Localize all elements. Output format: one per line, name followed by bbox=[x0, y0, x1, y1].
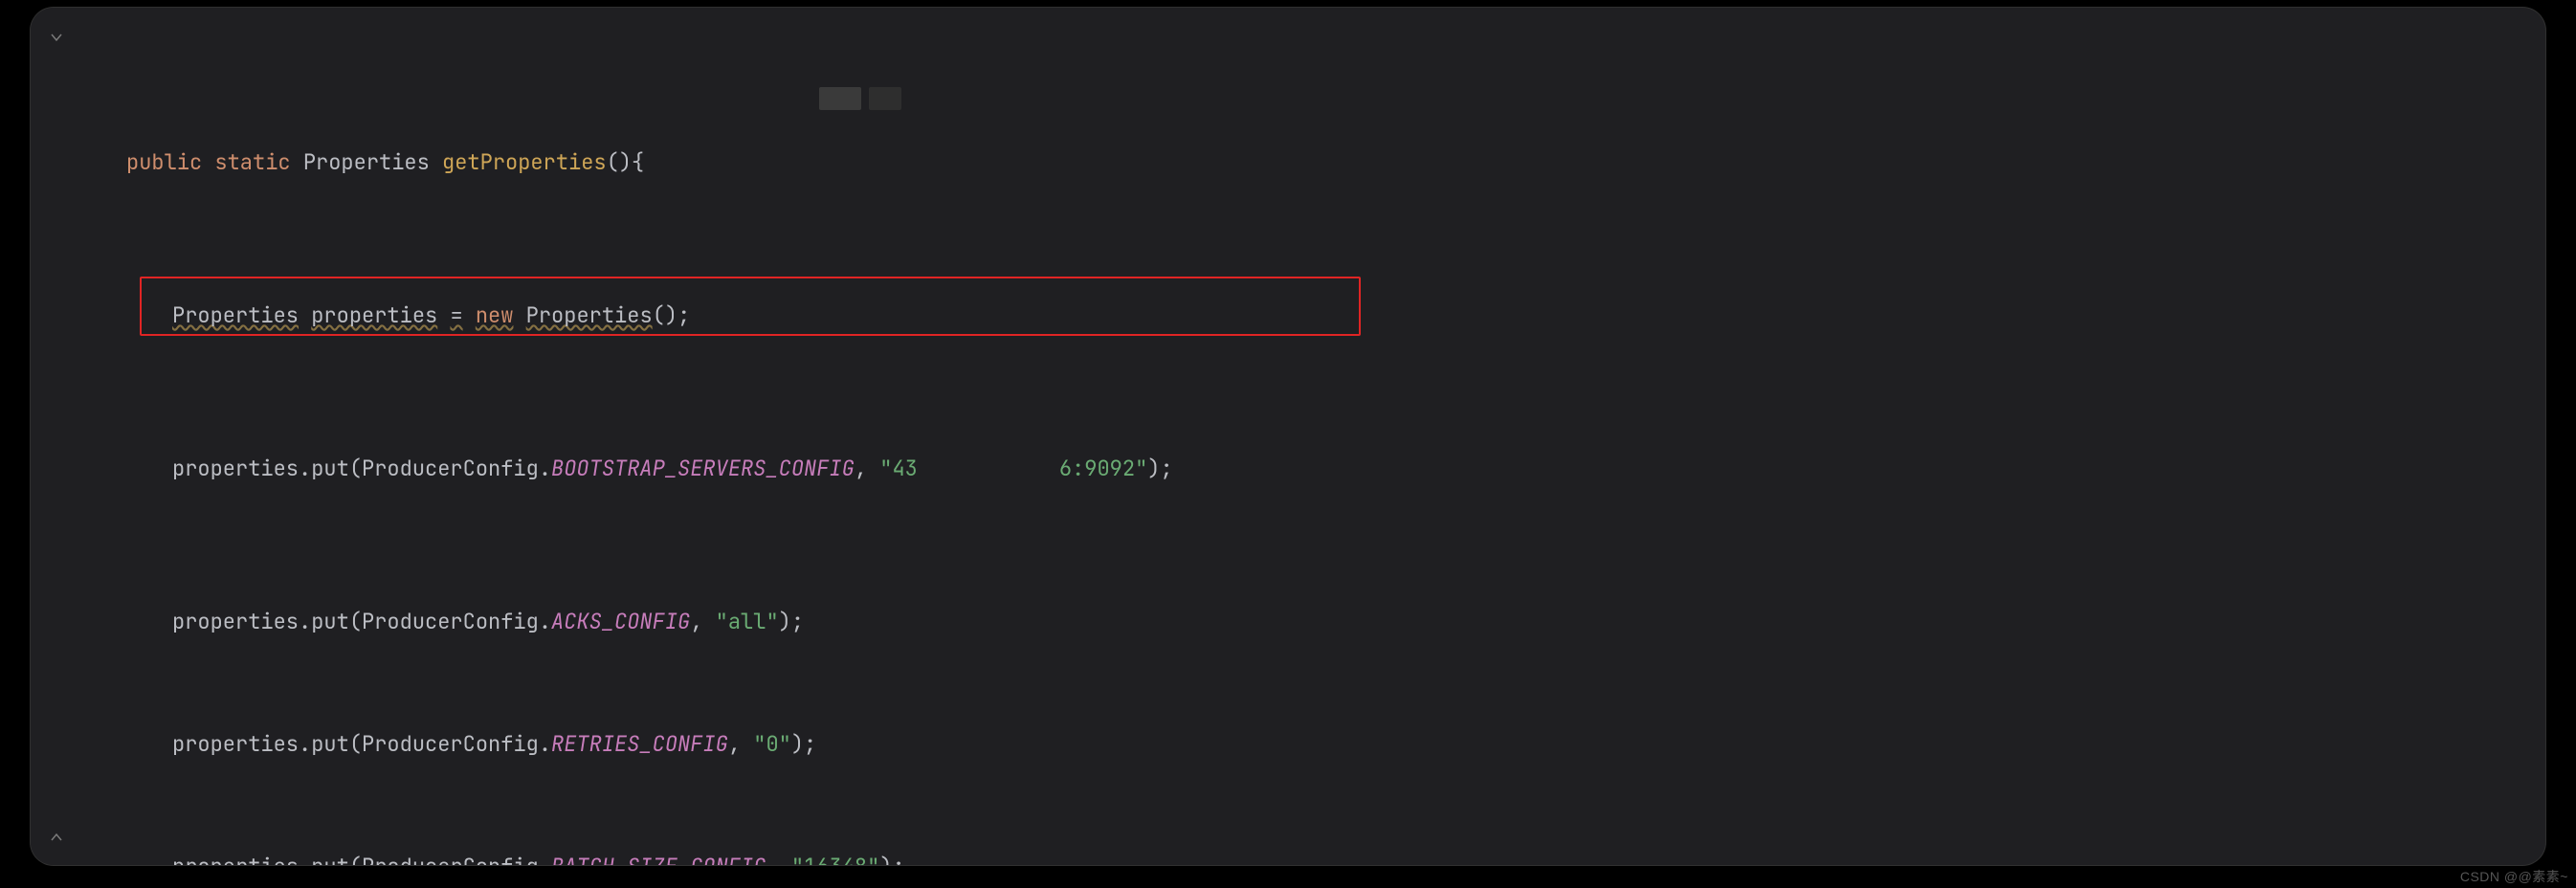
call-prefix: .put(ProducerConfig. bbox=[299, 455, 551, 482]
watermark: CSDN @@素素~ bbox=[2460, 867, 2568, 886]
decl-ctor: Properties bbox=[526, 301, 653, 329]
return-type: Properties bbox=[303, 148, 430, 176]
method-signature: public static Properties getProperties()… bbox=[92, 147, 2545, 178]
method-name: getProperties bbox=[442, 148, 607, 176]
fold-method-start-icon[interactable] bbox=[46, 27, 67, 48]
decl-var: properties bbox=[311, 301, 437, 329]
keyword-static: static bbox=[214, 148, 290, 176]
comma: , bbox=[855, 455, 879, 482]
var-declaration: Properties properties = new Properties()… bbox=[92, 300, 2545, 331]
string-value: "all" bbox=[716, 608, 779, 635]
code-editor[interactable]: public static Properties getProperties()… bbox=[31, 8, 2545, 865]
config-const: RETRIES_CONFIG bbox=[551, 730, 728, 758]
put-call: properties.put(ProducerConfig.BATCH_SIZE… bbox=[92, 852, 2545, 865]
gutter bbox=[31, 8, 92, 865]
obj: properties bbox=[172, 455, 299, 482]
decl-eq: = bbox=[450, 301, 462, 329]
put-call: properties.put(ProducerConfig.BOOTSTRAP_… bbox=[92, 454, 2545, 484]
tail: ); bbox=[1147, 455, 1172, 482]
string-value: "0" bbox=[753, 730, 791, 758]
punct: (){ bbox=[607, 148, 645, 176]
code-area[interactable]: public static Properties getProperties()… bbox=[92, 25, 2545, 865]
fold-method-end-icon[interactable] bbox=[46, 827, 67, 848]
put-call: properties.put(ProducerConfig.ACKS_CONFI… bbox=[92, 607, 2545, 637]
redaction-block bbox=[819, 87, 861, 110]
string-value: "436:9092" bbox=[879, 455, 1147, 482]
keyword-public: public bbox=[126, 148, 202, 176]
string-value: "16348" bbox=[791, 853, 879, 865]
config-const: BOOTSTRAP_SERVERS_CONFIG bbox=[551, 455, 855, 482]
put-call: properties.put(ProducerConfig.RETRIES_CO… bbox=[92, 729, 2545, 760]
decl-type: Properties bbox=[172, 301, 299, 329]
config-const: BATCH_SIZE_CONFIG bbox=[551, 853, 766, 865]
keyword-new: new bbox=[476, 301, 514, 329]
config-const: ACKS_CONFIG bbox=[551, 608, 690, 635]
punct: (); bbox=[653, 301, 691, 329]
redaction-block bbox=[869, 87, 901, 110]
